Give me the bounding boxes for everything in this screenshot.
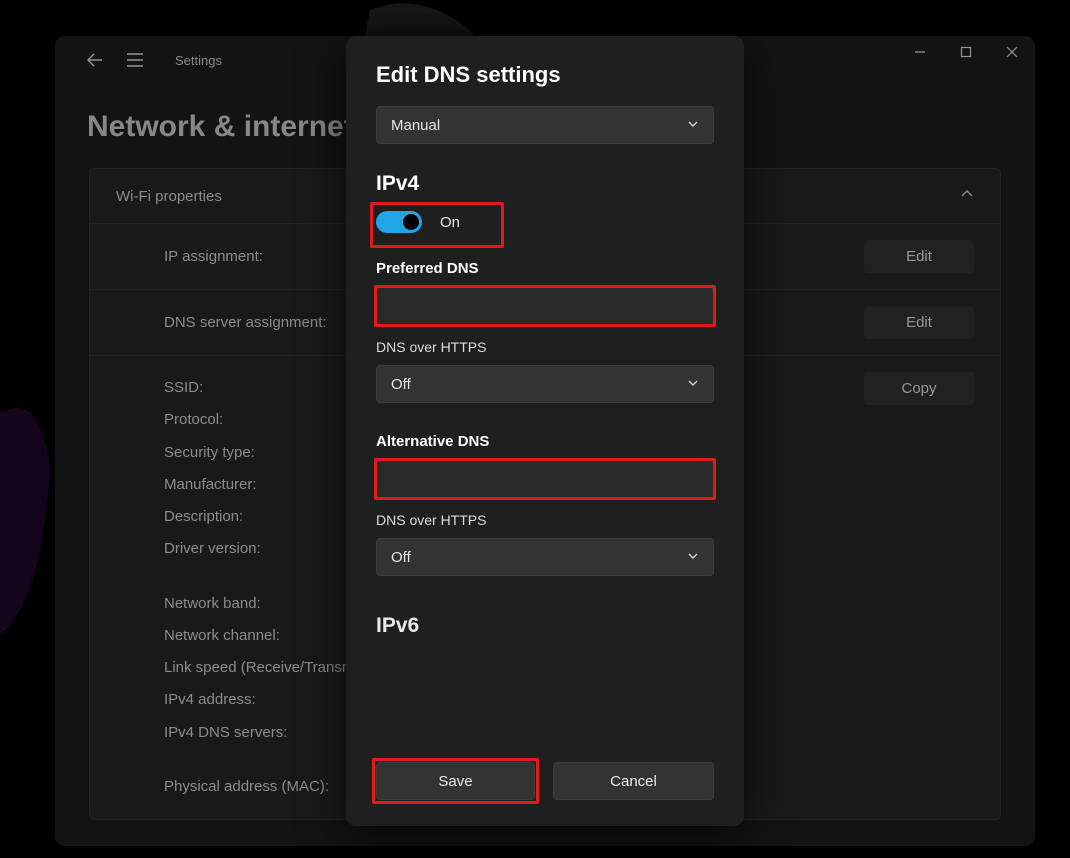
hamburger-menu-icon[interactable] xyxy=(125,50,145,70)
property-label: IPv4 address: xyxy=(164,684,371,716)
property-label: Security type: xyxy=(164,437,371,469)
window-title: Settings xyxy=(175,53,222,68)
row-label: IP assignment: xyxy=(164,248,263,265)
edit-ip-assignment-button[interactable]: Edit xyxy=(864,240,974,273)
dropdown-value: Off xyxy=(391,376,411,393)
toggle-state-label: On xyxy=(440,214,460,231)
alternative-doh-dropdown[interactable]: Off xyxy=(376,538,714,576)
property-label: IPv4 DNS servers: xyxy=(164,717,371,749)
property-label: Network channel: xyxy=(164,620,371,652)
close-button[interactable] xyxy=(989,36,1035,68)
preferred-dns-input[interactable] xyxy=(376,287,714,325)
property-label: Description: xyxy=(164,501,371,533)
edit-dns-assignment-button[interactable]: Edit xyxy=(864,306,974,339)
property-label: Manufacturer: xyxy=(164,469,371,501)
property-label: SSID: xyxy=(164,372,371,404)
dropdown-value: Off xyxy=(391,549,411,566)
dns-over-https-label: DNS over HTTPS xyxy=(376,512,714,528)
property-label: Physical address (MAC): xyxy=(164,771,371,803)
chevron-down-icon xyxy=(687,117,699,134)
ipv4-toggle[interactable] xyxy=(376,211,422,233)
property-label: Protocol: xyxy=(164,404,371,436)
alternative-dns-label: Alternative DNS xyxy=(376,433,714,450)
preferred-doh-dropdown[interactable]: Off xyxy=(376,365,714,403)
dns-mode-dropdown[interactable]: Manual xyxy=(376,106,714,144)
chevron-down-icon xyxy=(687,376,699,393)
alternative-dns-input[interactable] xyxy=(376,460,714,498)
row-label: DNS server assignment: xyxy=(164,314,327,331)
back-button[interactable] xyxy=(85,50,105,70)
chevron-up-icon xyxy=(960,187,974,205)
cancel-button[interactable]: Cancel xyxy=(553,762,714,800)
copy-properties-button[interactable]: Copy xyxy=(864,372,974,405)
property-label: Driver version: xyxy=(164,533,371,565)
property-label: Network band: xyxy=(164,588,371,620)
preferred-dns-label: Preferred DNS xyxy=(376,260,714,277)
save-button[interactable]: Save xyxy=(376,762,535,800)
ipv6-heading: IPv6 xyxy=(376,614,714,638)
dialog-title: Edit DNS settings xyxy=(376,62,714,88)
ipv4-heading: IPv4 xyxy=(376,172,714,196)
property-label: Link speed (Receive/Transmit): xyxy=(164,652,371,684)
panel-title: Wi-Fi properties xyxy=(116,188,222,205)
minimize-button[interactable] xyxy=(897,36,943,68)
dns-over-https-label: DNS over HTTPS xyxy=(376,339,714,355)
edit-dns-settings-dialog: Edit DNS settings Manual IPv4 On Preferr… xyxy=(346,36,744,826)
chevron-down-icon xyxy=(687,549,699,566)
maximize-button[interactable] xyxy=(943,36,989,68)
dropdown-value: Manual xyxy=(391,117,440,134)
